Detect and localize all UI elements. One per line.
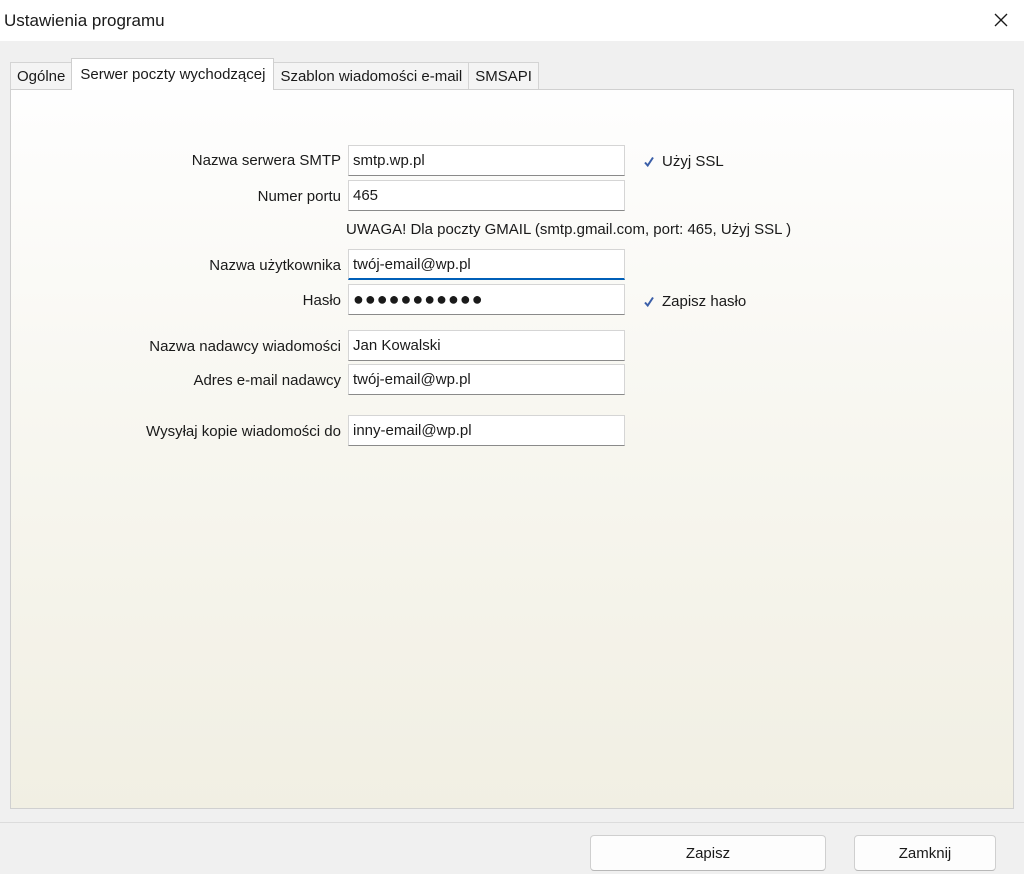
- title-bar: Ustawienia programu: [0, 0, 1024, 41]
- tab-label: Ogólne: [17, 68, 66, 85]
- tab-label: SMSAPI: [475, 68, 532, 85]
- tab-label: Szablon wiadomości e-mail: [280, 68, 463, 85]
- window-title: Ustawienia programu: [4, 11, 165, 30]
- save-button[interactable]: Zapisz: [590, 835, 826, 871]
- gmail-note: UWAGA! Dla poczty GMAIL (smtp.gmail.com,…: [346, 221, 792, 238]
- tab-general[interactable]: Ogólne: [10, 62, 73, 90]
- smtp-server-label: Nazwa serwera SMTP: [191, 152, 341, 169]
- sender-email-label: Adres e-mail nadawcy: [193, 372, 341, 389]
- save-password-label: Zapisz hasło: [662, 293, 747, 310]
- password-label: Hasło: [302, 292, 341, 309]
- use-ssl-checkbox[interactable]: Użyj SSL: [643, 153, 724, 170]
- tab-label: Serwer poczty wychodzącej: [80, 66, 266, 83]
- save-password-checkbox[interactable]: Zapisz hasło: [643, 293, 746, 310]
- sender-email-input[interactable]: [348, 364, 625, 395]
- tab-smsapi[interactable]: SMSAPI: [468, 62, 539, 90]
- smtp-server-input[interactable]: [348, 145, 625, 176]
- copy-to-input[interactable]: [348, 415, 625, 446]
- port-input[interactable]: [348, 180, 625, 211]
- port-label: Numer portu: [257, 188, 341, 205]
- checkmark-icon: [643, 156, 655, 168]
- username-input[interactable]: [348, 249, 625, 280]
- checkmark-icon: [643, 296, 655, 308]
- use-ssl-label: Użyj SSL: [662, 153, 724, 170]
- close-button[interactable]: Zamknij: [854, 835, 996, 871]
- tab-email-template[interactable]: Szablon wiadomości e-mail: [273, 62, 470, 90]
- tab-bar: Ogólne Serwer poczty wychodzącej Szablon…: [10, 58, 539, 90]
- close-icon: [994, 13, 1008, 27]
- tab-outgoing-mail-server[interactable]: Serwer poczty wychodzącej: [71, 58, 275, 90]
- tab-panel-outgoing-mail: Nazwa serwera SMTP Użyj SSL Numer portu …: [10, 89, 1014, 809]
- username-label: Nazwa użytkownika: [209, 257, 341, 274]
- dialog-footer: Zapisz Zamknij: [0, 822, 1024, 874]
- settings-dialog: Ustawienia programu Ogólne Serwer poczty…: [0, 0, 1024, 874]
- sender-name-input[interactable]: [348, 330, 625, 361]
- sender-name-label: Nazwa nadawcy wiadomości: [149, 338, 341, 355]
- password-input[interactable]: [348, 284, 625, 315]
- copy-to-label: Wysyłaj kopie wiadomości do: [146, 423, 341, 440]
- close-window-button[interactable]: [978, 0, 1024, 40]
